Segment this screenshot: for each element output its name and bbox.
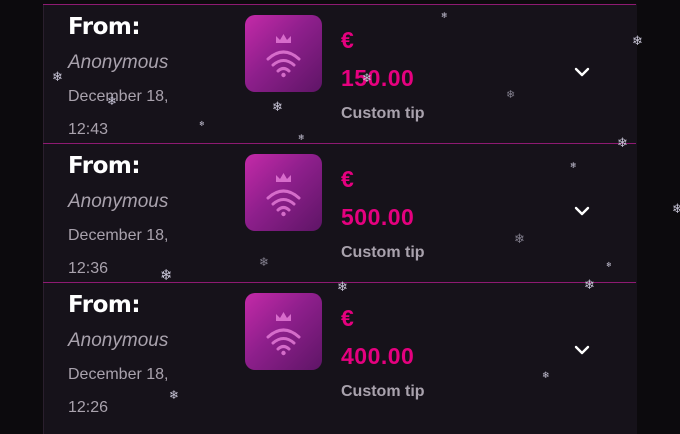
currency-symbol: €	[341, 166, 354, 192]
snowflake-icon: ❄	[362, 71, 373, 85]
crown-wifi-logo-icon	[245, 15, 322, 92]
tip-card: From: Anonymous December 18, 12:26 € 400…	[43, 282, 636, 420]
tip-card: From: Anonymous December 18, 12:43 € 150…	[43, 4, 636, 142]
snowflake-icon: ❄	[298, 133, 305, 142]
from-label: From:	[68, 292, 141, 318]
snowflake-icon: ❄	[441, 11, 448, 20]
snowflake-icon: ❄	[169, 388, 180, 402]
tip-type: Custom tip	[341, 105, 425, 122]
crown-wifi-logo-icon	[245, 154, 322, 231]
tip-amount: 500.00	[341, 204, 415, 230]
snowflake-icon: ❄	[542, 370, 550, 380]
tip-card: From: Anonymous December 18, 12:36 € 500…	[43, 143, 636, 281]
snowflake-icon: ❄	[160, 267, 173, 284]
snowflake-icon: ❄	[606, 262, 612, 269]
snowflake-icon: ❄	[199, 121, 205, 128]
snowflake-icon: ❄	[107, 94, 118, 108]
tip-time: 12:26	[68, 399, 109, 416]
snowflake-icon: ❄	[506, 89, 516, 101]
from-label: From:	[68, 153, 141, 179]
snowflake-icon: ❄	[259, 255, 270, 269]
tip-time: 12:36	[68, 260, 109, 277]
tip-amount: 150.00	[341, 65, 415, 91]
tip-amount: 400.00	[341, 343, 415, 369]
tip-date: December 18,	[68, 88, 169, 105]
tip-type: Custom tip	[341, 244, 425, 261]
snowflake-icon: ❄	[570, 161, 577, 170]
snowflake-icon: ❄	[672, 201, 680, 216]
sender-name: Anonymous	[68, 191, 169, 212]
tip-type: Custom tip	[341, 383, 425, 400]
sender-name: Anonymous	[68, 52, 169, 73]
chevron-down-icon[interactable]	[573, 65, 591, 79]
tip-date: December 18,	[68, 366, 169, 383]
snowflake-icon: ❄	[617, 135, 628, 150]
snowflake-icon: ❄	[52, 69, 63, 84]
snowflake-icon: ❄	[514, 231, 525, 246]
chevron-down-icon[interactable]	[573, 204, 591, 218]
snowflake-icon: ❄	[632, 33, 643, 48]
tip-date: December 18,	[68, 227, 169, 244]
from-label: From:	[68, 14, 141, 40]
tip-time: 12:43	[68, 121, 109, 138]
chevron-down-icon[interactable]	[573, 343, 591, 357]
snowflake-icon: ❄	[584, 277, 595, 292]
snowflake-icon: ❄	[337, 279, 348, 294]
snowflake-icon: ❄	[272, 99, 283, 114]
currency-symbol: €	[341, 305, 354, 331]
currency-symbol: €	[341, 27, 354, 53]
crown-wifi-logo-icon	[245, 293, 322, 370]
sender-name: Anonymous	[68, 330, 169, 351]
